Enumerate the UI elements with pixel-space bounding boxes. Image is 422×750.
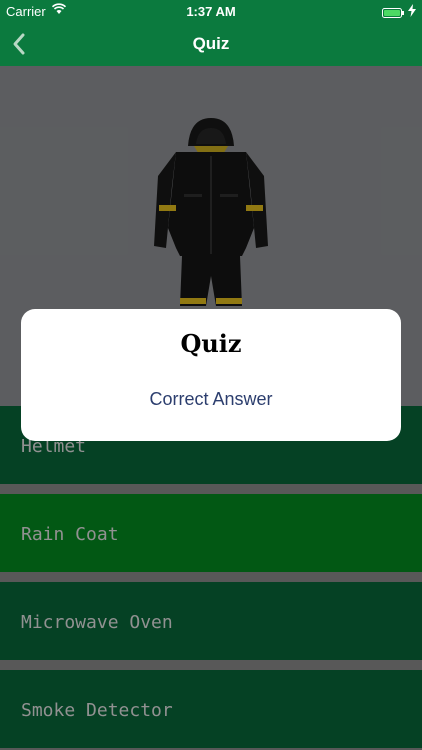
status-time: 1:37 AM	[186, 4, 236, 19]
battery-icon	[382, 6, 404, 18]
page-title: Quiz	[192, 34, 230, 53]
alert-message: Correct Answer	[149, 389, 273, 409]
alert-dialog: Quiz Correct Answer	[21, 309, 401, 441]
status-bar: Carrier 1:37 AM	[0, 0, 422, 22]
bolt-icon	[408, 4, 416, 17]
alert-title: Quiz	[180, 329, 242, 358]
navigation-bar: Quiz	[0, 22, 422, 66]
